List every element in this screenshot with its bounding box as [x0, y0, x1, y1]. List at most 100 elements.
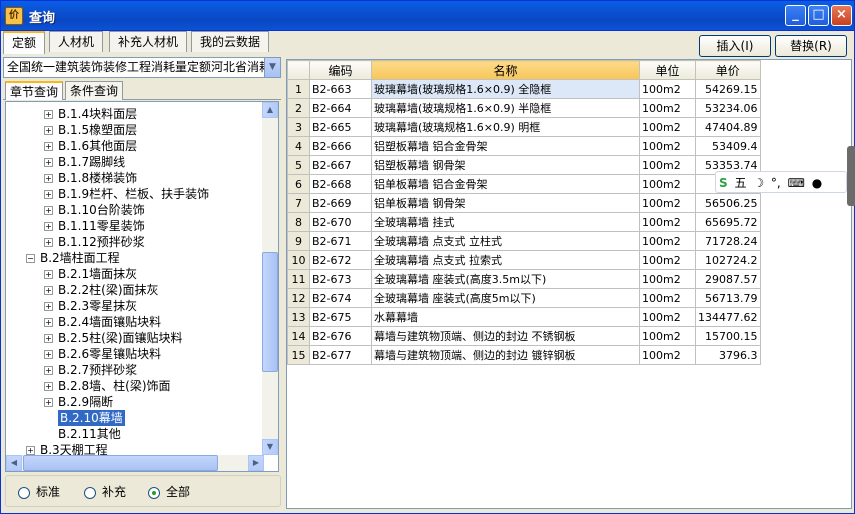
- unit-cell[interactable]: 100m2: [639, 307, 696, 327]
- code-cell[interactable]: B2-675: [309, 307, 372, 327]
- table-row[interactable]: 1 B2-663 玻璃幕墙(玻璃规格1.6×0.9) 全隐框 100m2 54269.1…: [287, 79, 761, 99]
- table-row[interactable]: 8 B2-670 全玻璃幕墙 挂式 100m2 65695.72: [287, 212, 761, 232]
- horizontal-scrollbar[interactable]: ◀ ▶: [6, 455, 264, 471]
- unit-cell[interactable]: 100m2: [639, 155, 696, 175]
- col-header-price[interactable]: 单价: [695, 60, 761, 80]
- expand-icon[interactable]: +: [44, 366, 53, 375]
- table-row[interactable]: 14 B2-676 幕墙与建筑物顶端、侧边的封边 不锈钢板 100m2 15700.15: [287, 326, 761, 346]
- unit-cell[interactable]: 100m2: [639, 98, 696, 118]
- unit-cell[interactable]: 100m2: [639, 250, 696, 270]
- tab-cloud-data[interactable]: 我的云数据: [191, 31, 270, 52]
- row-index[interactable]: 8: [287, 212, 310, 232]
- expand-icon[interactable]: +: [44, 350, 53, 359]
- unit-cell[interactable]: 100m2: [639, 174, 696, 194]
- unit-cell[interactable]: 100m2: [639, 136, 696, 156]
- code-cell[interactable]: B2-676: [309, 326, 372, 346]
- price-cell[interactable]: 56506.25: [695, 193, 761, 213]
- table-row[interactable]: 3 B2-665 玻璃幕墙(玻璃规格1.6×0.9) 明框 100m2 47404.89: [287, 117, 761, 137]
- tab-supplement-material[interactable]: 补充人材机: [109, 31, 188, 52]
- name-cell[interactable]: 玻璃幕墙(玻璃规格1.6×0.9) 半隐框: [371, 98, 640, 118]
- expand-icon[interactable]: +: [44, 318, 53, 327]
- row-index[interactable]: 4: [287, 136, 310, 156]
- expand-icon[interactable]: +: [44, 334, 53, 343]
- name-cell[interactable]: 玻璃幕墙(玻璃规格1.6×0.9) 明框: [371, 117, 640, 137]
- price-cell[interactable]: 56713.79: [695, 288, 761, 308]
- col-header-unit[interactable]: 单位: [639, 60, 696, 80]
- row-index[interactable]: 6: [287, 174, 310, 194]
- price-cell[interactable]: 71728.24: [695, 231, 761, 251]
- code-cell[interactable]: B2-667: [309, 155, 372, 175]
- radio-standard[interactable]: 标准: [18, 484, 60, 500]
- name-cell[interactable]: 幕墙与建筑物顶端、侧边的封边 镀锌钢板: [371, 345, 640, 365]
- row-index[interactable]: 9: [287, 231, 310, 251]
- table-row[interactable]: 5 B2-667 铝塑板幕墙 钢骨架 100m2 53353.74: [287, 155, 761, 175]
- unit-cell[interactable]: 100m2: [639, 231, 696, 251]
- name-cell[interactable]: 铝塑板幕墙 钢骨架: [371, 155, 640, 175]
- code-cell[interactable]: B2-670: [309, 212, 372, 232]
- code-cell[interactable]: B2-673: [309, 269, 372, 289]
- price-cell[interactable]: 65695.72: [695, 212, 761, 232]
- code-cell[interactable]: B2-674: [309, 288, 372, 308]
- name-cell[interactable]: 全玻璃幕墙 挂式: [371, 212, 640, 232]
- unit-cell[interactable]: 100m2: [639, 269, 696, 289]
- expand-icon[interactable]: +: [44, 126, 53, 135]
- table-row[interactable]: 4 B2-666 铝塑板幕墙 铝合金骨架 100m2 53409.4: [287, 136, 761, 156]
- expand-icon[interactable]: +: [26, 446, 35, 455]
- unit-cell[interactable]: 100m2: [639, 117, 696, 137]
- expand-icon[interactable]: +: [44, 270, 53, 279]
- row-index[interactable]: 15: [287, 345, 310, 365]
- scroll-left-icon[interactable]: ◀: [6, 455, 22, 471]
- table-row[interactable]: 7 B2-669 铝单板幕墙 钢骨架 100m2 56506.25: [287, 193, 761, 213]
- name-cell[interactable]: 铝单板幕墙 铝合金骨架: [371, 174, 640, 194]
- row-index[interactable]: 14: [287, 326, 310, 346]
- close-button[interactable]: ×: [831, 5, 852, 26]
- expand-icon[interactable]: +: [44, 110, 53, 119]
- tab-condition-query[interactable]: 条件查询: [65, 81, 124, 100]
- name-cell[interactable]: 铝塑板幕墙 铝合金骨架: [371, 136, 640, 156]
- radio-supplement[interactable]: 补充: [84, 484, 126, 500]
- scroll-thumb-horizontal[interactable]: [23, 455, 218, 471]
- replace-button[interactable]: 替换(R): [775, 35, 847, 57]
- code-cell[interactable]: B2-668: [309, 174, 372, 194]
- col-header-code[interactable]: 编码: [309, 60, 372, 80]
- code-cell[interactable]: B2-669: [309, 193, 372, 213]
- price-cell[interactable]: 29087.57: [695, 269, 761, 289]
- name-cell[interactable]: 玻璃幕墙(玻璃规格1.6×0.9) 全隐框: [371, 79, 640, 99]
- maximize-button[interactable]: □: [808, 5, 829, 26]
- price-cell[interactable]: 102724.2: [695, 250, 761, 270]
- table-row[interactable]: 6B2-668铝单板幕墙 铝合金骨架100m26: [287, 174, 761, 194]
- name-cell[interactable]: 全玻璃幕墙 座装式(高度3.5m以下): [371, 269, 640, 289]
- name-cell[interactable]: 全玻璃幕墙 点支式 立柱式: [371, 231, 640, 251]
- unit-cell[interactable]: 100m2: [639, 79, 696, 99]
- scroll-down-icon[interactable]: ▼: [262, 439, 278, 455]
- price-cell[interactable]: 53234.06: [695, 98, 761, 118]
- code-cell[interactable]: B2-665: [309, 117, 372, 137]
- expand-icon[interactable]: +: [44, 158, 53, 167]
- side-drawer-handle[interactable]: [847, 146, 855, 206]
- tab-quota[interactable]: 定额: [3, 31, 46, 54]
- expand-icon[interactable]: +: [44, 190, 53, 199]
- scroll-right-icon[interactable]: ▶: [248, 455, 264, 471]
- code-cell[interactable]: B2-671: [309, 231, 372, 251]
- minimize-button[interactable]: _: [785, 5, 806, 26]
- unit-cell[interactable]: 100m2: [639, 288, 696, 308]
- chapter-tree[interactable]: + B.1.4块料面层 + B.1.5橡塑面层 + B.1.6其他面层 + B.1.7踢脚线 +…: [5, 101, 279, 472]
- price-cell[interactable]: 15700.15: [695, 326, 761, 346]
- expand-icon[interactable]: +: [44, 398, 53, 407]
- table-row[interactable]: 11 B2-673 全玻璃幕墙 座装式(高度3.5m以下) 100m2 29087.57: [287, 269, 761, 289]
- expand-icon[interactable]: +: [44, 302, 53, 311]
- expand-icon[interactable]: +: [44, 206, 53, 215]
- code-cell[interactable]: B2-666: [309, 136, 372, 156]
- name-cell[interactable]: 幕墙与建筑物顶端、侧边的封边 不锈钢板: [371, 326, 640, 346]
- expand-icon[interactable]: +: [44, 286, 53, 295]
- unit-cell[interactable]: 100m2: [639, 345, 696, 365]
- table-row[interactable]: 15 B2-677 幕墙与建筑物顶端、侧边的封边 镀锌钢板 100m2 3796.3: [287, 345, 761, 365]
- tab-chapter-query[interactable]: 章节查询: [5, 81, 64, 100]
- row-index[interactable]: 3: [287, 117, 310, 137]
- price-cell[interactable]: 3796.3: [695, 345, 761, 365]
- col-header-name[interactable]: 名称: [371, 60, 640, 80]
- ime-toolbar[interactable]: S 五 ☽ °, ⌨ ●: [715, 171, 847, 193]
- code-cell[interactable]: B2-677: [309, 345, 372, 365]
- table-row[interactable]: 10 B2-672 全玻璃幕墙 点支式 拉索式 100m2 102724.2: [287, 250, 761, 270]
- collapse-icon[interactable]: −: [26, 254, 35, 263]
